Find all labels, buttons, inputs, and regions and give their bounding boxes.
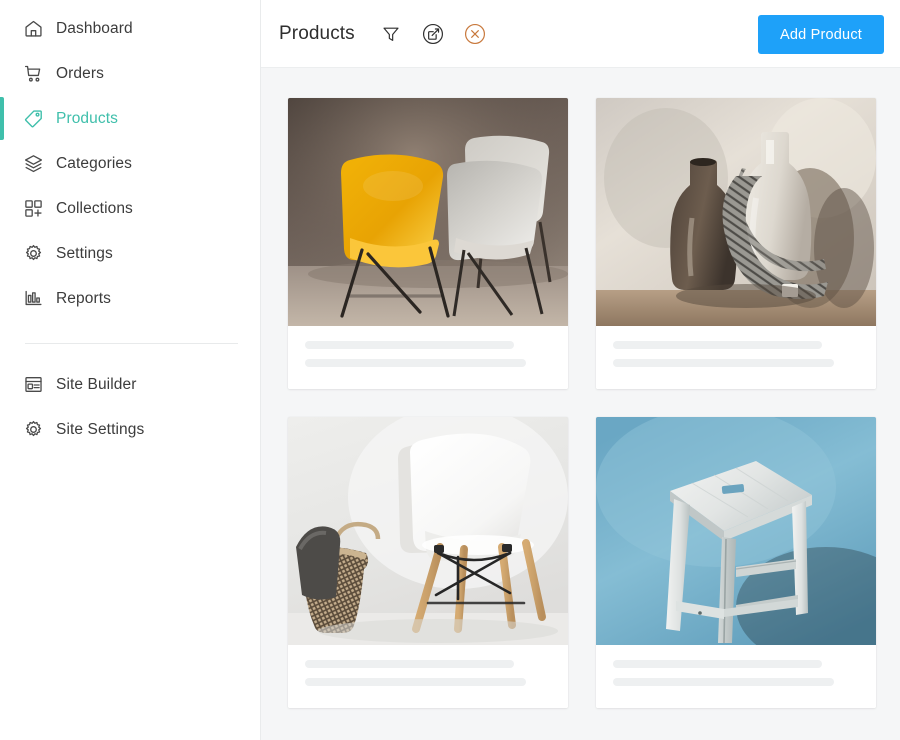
placeholder-line (613, 341, 823, 349)
page-header: Products Add Product (261, 0, 900, 68)
sidebar-item-label: Reports (56, 289, 111, 307)
product-card-body (288, 645, 568, 708)
sidebar-navigation: Dashboard Orders Products Categories Col… (0, 0, 261, 740)
sidebar-item-settings[interactable]: Settings (0, 231, 260, 276)
product-card[interactable] (596, 417, 876, 708)
sidebar-item-label: Collections (56, 199, 133, 217)
sidebar-item-categories[interactable]: Categories (0, 141, 260, 186)
sidebar-item-reports[interactable]: Reports (0, 276, 260, 321)
sidebar-item-label: Orders (56, 64, 104, 82)
content-area (261, 68, 900, 740)
white-wooden-stool-on-blue-photo (596, 417, 876, 645)
add-product-button[interactable]: Add Product (758, 15, 884, 54)
bulk-edit-icon[interactable] (419, 20, 447, 48)
sidebar-item-label: Site Settings (56, 420, 145, 438)
sidebar-item-label: Site Builder (56, 375, 137, 393)
sidebar-item-dashboard[interactable]: Dashboard (0, 6, 260, 51)
main-area: Products Add Product (261, 0, 900, 740)
product-card-body (596, 326, 876, 389)
grid-plus-icon (22, 198, 44, 220)
sidebar-item-products[interactable]: Products (0, 96, 260, 141)
product-grid (288, 98, 876, 708)
product-card-body (288, 326, 568, 389)
gear-icon (22, 243, 44, 265)
product-card[interactable] (288, 417, 568, 708)
sidebar-item-site-settings[interactable]: Site Settings (0, 407, 260, 452)
placeholder-line (613, 660, 823, 668)
clear-icon[interactable] (461, 20, 489, 48)
placeholder-line (305, 660, 515, 668)
sidebar-item-orders[interactable]: Orders (0, 51, 260, 96)
placeholder-line (613, 359, 835, 367)
bar-chart-icon (22, 288, 44, 310)
home-icon (22, 18, 44, 40)
sidebar-secondary-group: Site Builder Site Settings (0, 362, 260, 452)
placeholder-line (305, 678, 527, 686)
product-card[interactable] (596, 98, 876, 389)
sidebar-item-label: Products (56, 109, 118, 127)
header-action-group (377, 20, 489, 48)
white-eames-chair-with-basket-photo (288, 417, 568, 645)
cart-icon (22, 63, 44, 85)
placeholder-line (613, 678, 835, 686)
placeholder-line (305, 341, 515, 349)
sidebar-item-collections[interactable]: Collections (0, 186, 260, 231)
yellow-and-white-chairs-photo (288, 98, 568, 326)
sidebar-item-label: Settings (56, 244, 113, 262)
ceramic-bottles-and-scarf-photo (596, 98, 876, 326)
tag-icon (22, 108, 44, 130)
layout-icon (22, 374, 44, 396)
product-card-body (596, 645, 876, 708)
sidebar-item-label: Dashboard (56, 19, 133, 37)
sidebar-item-site-builder[interactable]: Site Builder (0, 362, 260, 407)
filter-icon[interactable] (377, 20, 405, 48)
layers-icon (22, 153, 44, 175)
product-manager-app: Dashboard Orders Products Categories Col… (0, 0, 900, 740)
page-title: Products (279, 22, 355, 44)
placeholder-line (305, 359, 527, 367)
sidebar-item-label: Categories (56, 154, 132, 172)
gear-icon (22, 419, 44, 441)
sidebar-divider (25, 343, 238, 344)
product-card[interactable] (288, 98, 568, 389)
